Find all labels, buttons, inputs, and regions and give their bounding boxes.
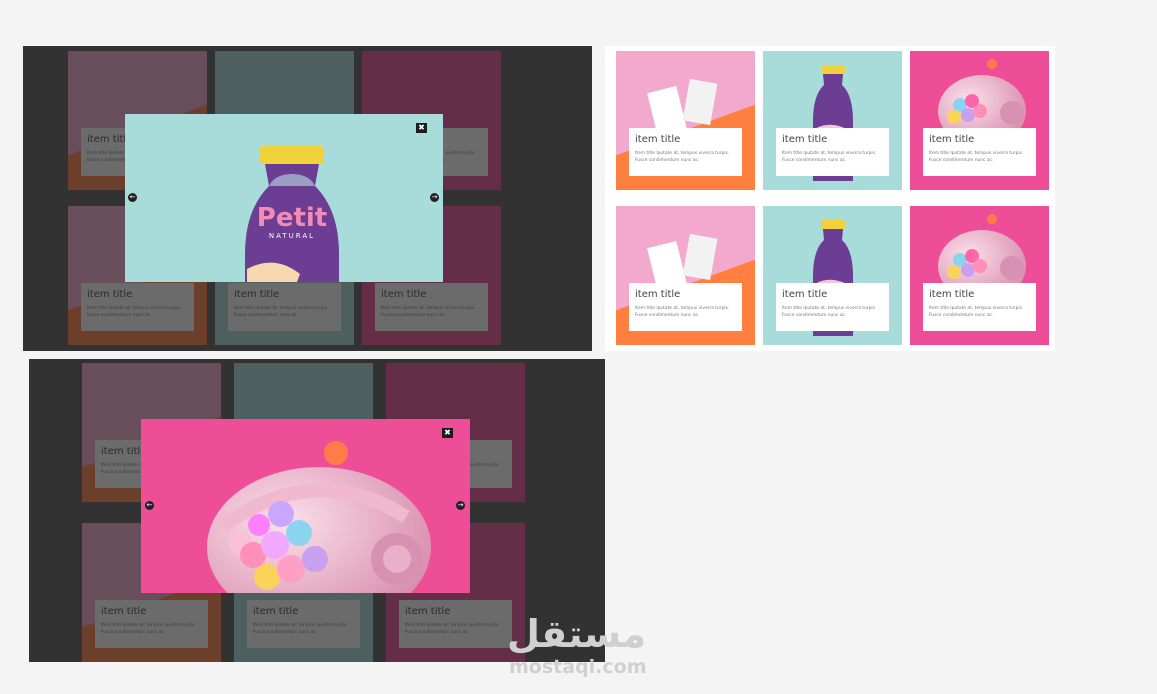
prev-arrow-icon[interactable]: ← (128, 193, 137, 202)
card-description: Item title lputate at, tempus viverra tu… (929, 151, 1024, 163)
card-caption: item title Item title lputate at, tempus… (776, 283, 889, 331)
card-title: item title (635, 134, 681, 145)
close-icon[interactable]: ✖ (416, 123, 427, 133)
card-caption: item title Item title lputate at, tempus… (923, 128, 1036, 176)
card-title: item title (929, 289, 975, 300)
card-description: Item title lputate at, tempus viverra tu… (782, 306, 877, 318)
card-title: item title (635, 289, 681, 300)
gallery-card[interactable]: item title Item title lputate at, tempus… (616, 206, 755, 345)
gallery-panel-modal-teal: item title Item title lputate at, tempus… (23, 46, 592, 351)
next-arrow-icon[interactable]: → (430, 193, 439, 202)
gallery-card[interactable]: item title Item title lputate at, tempus… (763, 206, 902, 345)
card-caption: item title Item title lputate at, tempus… (923, 283, 1036, 331)
gallery-panel-plain: item title Item title lputate at, tempus… (605, 46, 1055, 351)
gallery-card[interactable]: item title Item title lputate at, tempus… (910, 51, 1049, 190)
gallery-card[interactable]: item title Item title lputate at, tempus… (910, 206, 1049, 345)
lightbox-modal: ← → ✖ (141, 419, 470, 593)
card-title: item title (782, 289, 828, 300)
prev-arrow-icon[interactable]: ← (145, 501, 154, 510)
lightbox-modal: Petit NATURAL ← → ✖ (125, 114, 443, 282)
card-caption: item title Item title lputate at, tempus… (629, 128, 742, 176)
bottle-subtitle: NATURAL (269, 232, 315, 240)
card-caption: item title Item title lputate at, tempus… (629, 283, 742, 331)
card-caption: item title Item title lputate at, tempus… (776, 128, 889, 176)
card-title: item title (782, 134, 828, 145)
gallery-card[interactable]: item title Item title lputate at, tempus… (616, 51, 755, 190)
gumball-image (207, 441, 431, 593)
card-description: Item title lputate at, tempus viverra tu… (929, 306, 1024, 318)
close-icon[interactable]: ✖ (442, 428, 453, 438)
card-description: Item title lputate at, tempus viverra tu… (635, 151, 730, 163)
card-description: Item title lputate at, tempus viverra tu… (635, 306, 730, 318)
next-arrow-icon[interactable]: → (456, 501, 465, 510)
bottle-brand: Petit (257, 203, 327, 233)
card-description: Item title lputate at, tempus viverra tu… (782, 151, 877, 163)
gallery-card[interactable]: item title Item title lputate at, tempus… (763, 51, 902, 190)
bottle-image: Petit NATURAL (245, 146, 339, 282)
watermark-arabic: مستقل (507, 612, 646, 656)
card-title: item title (929, 134, 975, 145)
watermark-latin: mostaqi.com (509, 656, 647, 678)
